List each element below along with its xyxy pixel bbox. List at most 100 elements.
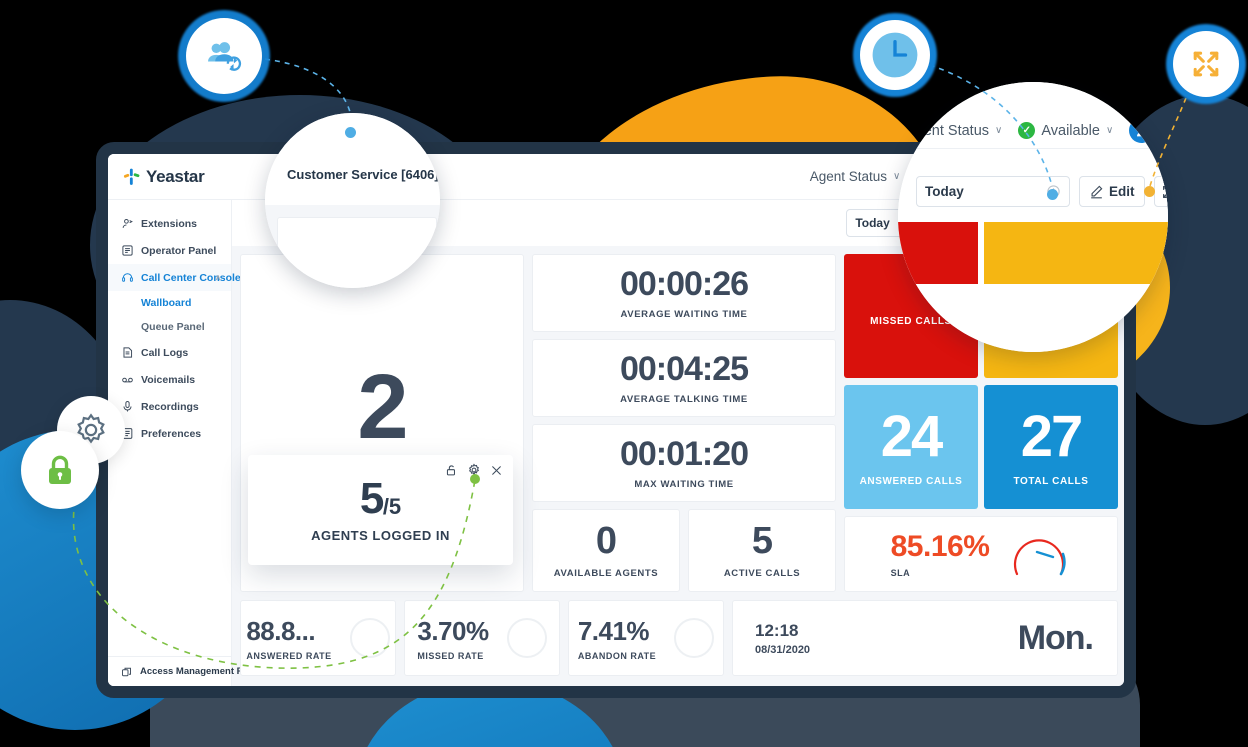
portal-icon <box>121 666 133 678</box>
available-agents-card[interactable]: 0 AVAILABLE AGENTS <box>532 509 680 592</box>
answered-rate-card[interactable]: 88.8... ANSWERED RATE <box>240 600 396 676</box>
queue-selector[interactable]: Customer Service [6406] ∨ <box>287 167 440 182</box>
total-calls-label: TOTAL CALLS <box>1013 475 1089 487</box>
agent-status-label: Agent Status <box>809 169 888 184</box>
missed-rate-ring <box>506 618 547 658</box>
sidebar-item-label: Extensions <box>141 217 198 230</box>
chevron-down-icon: ∨ <box>995 125 1003 136</box>
sidebar-item-call-center-console[interactable]: Call Center Console ∧ <box>108 264 241 291</box>
active-calls-label: ACTIVE CALLS <box>723 568 801 579</box>
max-waiting-time-card[interactable]: 00:01:20 MAX WAITING TIME <box>532 424 836 502</box>
average-talking-time-label: AVERAGE TALKING TIME <box>620 393 748 405</box>
active-calls-card[interactable]: 5 ACTIVE CALLS <box>688 509 836 592</box>
unlock-icon[interactable] <box>445 464 458 477</box>
screenshot-stage: Yeastar Agent Status ∨ ✓ Available ∨ <box>0 0 1248 747</box>
edit-button-lens[interactable]: Edit <box>1079 176 1145 207</box>
call-logs-icon <box>121 346 134 359</box>
sidebar-item-queue-panel[interactable]: Queue Panel <box>108 315 231 339</box>
call-center-console-icon <box>121 271 134 284</box>
toolbar-lens: Agent Status ∨ ✓ Available ∨ Amelia C To… <box>898 82 1168 352</box>
agents-logged-in-card[interactable]: 5 /5 AGENTS LOGGED IN <box>248 455 513 565</box>
sidebar-item-voicemails[interactable]: Voicemails <box>108 366 231 393</box>
access-management-portal-link[interactable]: Access Management Portal <box>108 656 264 686</box>
average-waiting-time-card[interactable]: 00:00:26 AVERAGE WAITING TIME <box>532 254 836 332</box>
agents-logged-in-total: /5 <box>382 494 402 519</box>
operator-panel-icon <box>121 244 134 257</box>
agents-refresh-badge <box>186 18 262 94</box>
agent-status-menu-lens[interactable]: Agent Status ∨ <box>906 123 1002 139</box>
avatar <box>1129 118 1155 143</box>
sla-card[interactable]: 85.16% SLA <box>844 516 1118 592</box>
sidebar-item-operator-panel[interactable]: Operator Panel <box>108 237 231 264</box>
user-menu-lens[interactable]: Amelia C <box>1129 118 1168 143</box>
abandon-rate-text: 7.41% ABANDON RATE <box>578 616 656 661</box>
date-range-value: Today <box>855 216 890 230</box>
pencil-icon <box>1089 184 1104 199</box>
brand: Yeastar <box>108 167 232 187</box>
sidebar-item-call-logs[interactable]: Call Logs <box>108 339 231 366</box>
available-agents-value: 0 <box>595 520 617 562</box>
answered-rate-label: ANSWERED RATE <box>246 650 332 661</box>
connector-dot-agents-card <box>470 474 480 484</box>
fullscreen-badge <box>1173 31 1239 97</box>
sla-value: 85.16% <box>890 530 990 563</box>
missed-rate-label: MISSED RATE <box>417 650 484 661</box>
brand-name: Yeastar <box>146 166 205 186</box>
clock-widget-time: 12:18 <box>755 620 799 640</box>
security-badge <box>21 431 99 509</box>
answered-rate-text: 88.8... ANSWERED RATE <box>246 616 331 661</box>
sidebar-item-label: Call Logs <box>141 346 189 359</box>
answered-rate-ring <box>349 618 390 658</box>
average-waiting-time-label: AVERAGE WAITING TIME <box>620 308 748 320</box>
voicemails-icon <box>121 373 134 386</box>
clock-icon <box>872 32 918 78</box>
abandon-rate-card[interactable]: 7.41% ABANDON RATE <box>568 600 724 676</box>
missed-rate-text: 3.70% MISSED RATE <box>417 616 489 661</box>
answered-calls-value: 24 <box>880 403 943 469</box>
sidebar-item-label: Preferences <box>141 427 202 440</box>
lock-icon <box>49 455 71 484</box>
sla-text: 85.16% SLA <box>891 530 990 578</box>
agents-logged-in-value: 5 <box>359 474 384 523</box>
clock-widget-date: 08/31/2020 <box>755 643 811 656</box>
yeastar-logo-icon <box>122 167 142 187</box>
answered-rate-value: 88.8... <box>246 615 316 646</box>
agent-status-menu[interactable]: Agent Status ∨ <box>810 169 901 184</box>
sidebar-item-recordings[interactable]: Recordings <box>108 393 231 420</box>
connector-dot-fullscreen <box>1144 186 1155 197</box>
sidebar-item-wallboard[interactable]: Wallboard <box>108 291 231 315</box>
answered-calls-tile[interactable]: 24 ANSWERED CALLS <box>844 385 978 509</box>
sidebar-nav: Extensions Operator Panel Call Center Co… <box>108 200 241 447</box>
sidebar: Extensions Operator Panel Call Center Co… <box>108 200 264 686</box>
sidebar-item-extensions[interactable]: Extensions <box>108 210 231 237</box>
people-refresh-icon <box>208 42 242 71</box>
sla-gauge-icon <box>1007 526 1071 582</box>
average-talking-time-card[interactable]: 00:04:25 AVERAGE TALKING TIME <box>532 339 836 417</box>
edit-label-lens: Edit <box>1109 184 1135 199</box>
date-range-value-lens: Today <box>925 184 964 199</box>
queue-selector-label: Customer Service [6406] <box>287 167 439 182</box>
average-talking-time-value: 00:04:25 <box>619 349 749 388</box>
agent-status-label-lens: Agent Status <box>906 122 990 139</box>
missed-rate-card[interactable]: 3.70% MISSED RATE <box>404 600 560 676</box>
close-icon[interactable] <box>490 464 503 477</box>
clock-widget-card[interactable]: 12:18 08/31/2020 Mon. <box>732 600 1118 676</box>
available-agents-label: AVAILABLE AGENTS <box>553 568 659 579</box>
user-name-lens: Amelia C <box>1160 122 1168 139</box>
availability-menu-lens[interactable]: ✓ Available ∨ <box>1018 122 1113 139</box>
total-calls-tile[interactable]: 27 TOTAL CALLS <box>984 385 1118 509</box>
connector-dot-daterange <box>1047 189 1058 200</box>
sidebar-item-label: Call Center Console <box>141 271 241 284</box>
queue-selector-lens: Customer Service [6406] ∨ <box>265 113 440 288</box>
fullscreen-button-lens[interactable] <box>1153 176 1168 207</box>
chevron-up-icon: ∧ <box>215 273 221 282</box>
agents-logged-in-label: AGENTS LOGGED IN <box>311 528 450 543</box>
extensions-icon <box>121 217 134 230</box>
sidebar-item-label: Recordings <box>141 400 199 413</box>
check-circle-icon: ✓ <box>1018 122 1036 139</box>
sidebar-item-preferences[interactable]: Preferences <box>108 420 231 447</box>
realtime-clock-badge <box>860 20 930 90</box>
expand-arrows-icon <box>1193 51 1219 77</box>
recordings-icon <box>121 400 134 413</box>
max-waiting-time-label: MAX WAITING TIME <box>634 478 734 490</box>
